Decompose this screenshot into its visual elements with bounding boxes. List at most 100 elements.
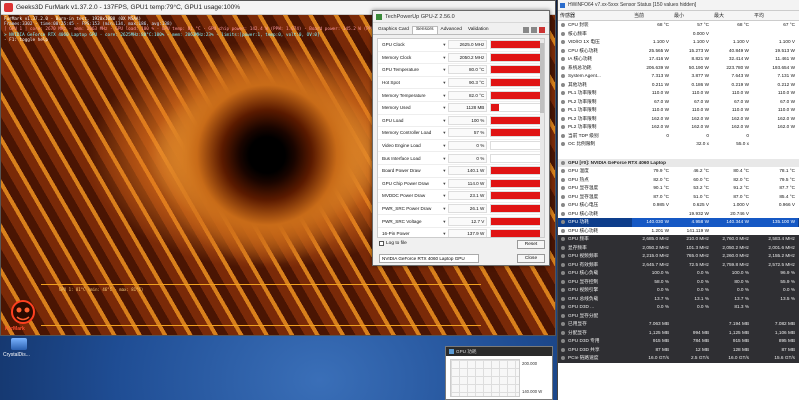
table-row[interactable]: 已用显存 7.063 MB 7.194 MB 7.082 MB bbox=[558, 320, 799, 329]
table-row[interactable]: 系统总功耗 206.639 W 50.190 W 223.780 W 193.654 W bbox=[558, 64, 799, 73]
table-row[interactable]: GPU 核心电压 0.985 V 0.625 V 1.000 V 0.966 V bbox=[558, 201, 799, 210]
tab-advanced[interactable]: Advanced bbox=[438, 27, 465, 34]
gpuz-titlebar[interactable]: TechPowerUp GPU-Z 2.56.0 bbox=[373, 11, 549, 23]
table-row[interactable]: CPU 封装 68 °C 57 °C 68 °C 67 °C bbox=[558, 21, 799, 30]
table-row[interactable]: PL2 功率限制 67.0 W 67.0 W 67.0 W 67.0 W bbox=[558, 98, 799, 107]
gpu-select-dropdown[interactable]: NVIDIA GeForce RTX 4060 Laptop GPU bbox=[379, 254, 479, 263]
table-row[interactable]: GPU 温度 79.9 °C 46.2 °C 80.4 °C 78.1 °C bbox=[558, 167, 799, 176]
sensor-dropdown-icon[interactable]: ▼ bbox=[440, 193, 448, 198]
header-max[interactable]: 最大 bbox=[712, 11, 752, 20]
sensor-dropdown-icon[interactable]: ▼ bbox=[440, 80, 448, 85]
table-row[interactable]: GPU D3D 共享 87 MB 12 MB 128 MB 87 MB bbox=[558, 345, 799, 354]
sensor-dropdown-icon[interactable]: ▼ bbox=[440, 55, 448, 60]
table-row[interactable]: GPU 核心功耗 19.932 W 20.746 V bbox=[558, 210, 799, 219]
cell-value: 0.0 % bbox=[737, 287, 749, 292]
header-min[interactable]: 最小 bbox=[672, 11, 712, 20]
cell-value: 1.000 V bbox=[732, 202, 749, 207]
menu-icon[interactable] bbox=[539, 27, 545, 33]
table-row[interactable]: GPU 视频频率 2,215.0 MHz 765.0 MHz 2,260.0 MHz 2… bbox=[558, 252, 799, 261]
sensor-value: 0 % bbox=[448, 141, 488, 151]
sensor-dropdown-icon[interactable]: ▼ bbox=[440, 130, 448, 135]
table-row[interactable]: GPU 热点 82.0 °C 60.0 °C 82.0 °C 79.5 °C bbox=[558, 176, 799, 185]
sensor-label-text: GPU D3D ... bbox=[568, 304, 595, 309]
reset-button[interactable]: Reset bbox=[517, 240, 545, 249]
log-to-file-checkbox[interactable]: Log to file bbox=[379, 241, 407, 246]
sensor-dropdown-icon[interactable]: ▼ bbox=[440, 42, 448, 47]
table-row[interactable]: GPU 频率 2,685.0 MHz 210.0 MHz 2,760.0 MHz 2,5… bbox=[558, 235, 799, 244]
sensor-dropdown-icon[interactable]: ▼ bbox=[440, 67, 448, 72]
sensor-value: 2625.0 MHz bbox=[448, 40, 488, 50]
sensor-dropdown-icon[interactable]: ▼ bbox=[440, 231, 448, 236]
graph-titlebar[interactable]: GPU 功耗 bbox=[446, 347, 552, 356]
table-row[interactable]: CPU 核心功耗 25.565 W 15.273 W 40.849 W 19.513 W bbox=[558, 47, 799, 56]
cell-value: 67.0 W bbox=[694, 98, 709, 104]
table-row[interactable]: PCIe 链路速度 16.0 GT/s 2.5 GT/s 16.0 GT/s 15.6 … bbox=[558, 354, 799, 363]
table-row[interactable]: 分配显存 1,125 MB 994 MB 1,125 MB 1,106 MB bbox=[558, 328, 799, 337]
gpu-power-graph-window[interactable]: GPU 功耗 200.000 140.000 W bbox=[445, 346, 553, 400]
sensor-label-text: PL1 功率限制 bbox=[568, 90, 597, 95]
desktop-icon-crystaldisk[interactable]: CrystalDis... bbox=[3, 338, 37, 366]
header-current[interactable]: 当前 bbox=[632, 11, 672, 20]
table-row[interactable]: GPU 核心功耗 1.201 W 141.119 W bbox=[558, 227, 799, 236]
table-row[interactable]: GPU 显存温度 90.1 °C 53.2 °C 91.2 °C 87.7 °C bbox=[558, 184, 799, 193]
refresh-icon[interactable] bbox=[531, 27, 537, 33]
hwinfo-window[interactable]: HWiNFO64 v7.xx-5xxx Sensor Status [150 v… bbox=[557, 0, 799, 400]
checkbox-box[interactable] bbox=[379, 241, 384, 246]
table-row[interactable]: 当前 TDP 级别 0 0 0 bbox=[558, 132, 799, 141]
table-row[interactable]: PL2 功率限制 162.0 W 162.0 W 162.0 W 162.0 W bbox=[558, 123, 799, 132]
cell-value: 0.212 W bbox=[777, 81, 795, 87]
tab-graphics-card[interactable]: Graphics Card bbox=[375, 27, 412, 34]
header-sensor[interactable]: 传感器 bbox=[558, 11, 632, 20]
table-row[interactable]: PL1 功率限制 110.0 W 110.0 W 110.0 W 110.0 W bbox=[558, 106, 799, 115]
table-row[interactable]: GPU 功耗 140.030 W 4.958 W 140.344 W 135.100 W bbox=[558, 218, 799, 227]
gpuz-window[interactable]: TechPowerUp GPU-Z 2.56.0 Graphics Card S… bbox=[372, 10, 550, 266]
desktop-icon-label: CrystalDis... bbox=[3, 352, 30, 358]
table-row[interactable]: System Agent... 7.313 W 3.877 W 7.643 W 7.13… bbox=[558, 72, 799, 81]
cell-value: 141.119 W bbox=[686, 227, 709, 233]
table-row[interactable]: GPU 显存分配 bbox=[558, 311, 799, 320]
sensor-group-header[interactable]: GPU [#0]: NVIDIA GeForce RTX 4060 Laptop bbox=[558, 158, 799, 167]
sensor-dropdown-icon[interactable]: ▼ bbox=[440, 118, 448, 123]
cell-value: 16.0 GT/s bbox=[728, 355, 749, 360]
tab-sensors[interactable]: Sensors bbox=[411, 26, 438, 34]
table-row[interactable]: VID/IO 1X 电压 1.100 V 1.100 V 1.100 V 1.100 V bbox=[558, 38, 799, 47]
close-button[interactable]: Close bbox=[517, 254, 545, 263]
table-row[interactable]: OC 比例限制 32.0 x 55.0 x bbox=[558, 140, 799, 149]
sensor-dropdown-icon[interactable]: ▼ bbox=[440, 219, 448, 224]
sensor-graph bbox=[490, 65, 544, 75]
screenshot-icon[interactable] bbox=[523, 27, 529, 33]
table-row[interactable]: 显存频率 2,050.2 MHz 101.3 MHz 2,050.2 MHz 2,001… bbox=[558, 243, 799, 252]
table-row[interactable]: GPU 核心负载 100.0 % 0.0 % 100.0 % 96.9 % bbox=[558, 269, 799, 278]
sensor-bullet-icon bbox=[561, 108, 565, 112]
sensor-label: OC 比例限制 bbox=[558, 140, 632, 149]
sensor-dropdown-icon[interactable]: ▼ bbox=[440, 93, 448, 98]
gpuz-scrollbar[interactable] bbox=[540, 39, 544, 237]
sensor-bullet-icon bbox=[561, 186, 565, 190]
sensor-dropdown-icon[interactable]: ▼ bbox=[440, 168, 448, 173]
scrollbar-thumb[interactable] bbox=[540, 43, 544, 113]
sensor-label: CPU 封装 bbox=[558, 21, 632, 30]
sensor-dropdown-icon[interactable]: ▼ bbox=[440, 105, 448, 110]
sensor-dropdown-icon[interactable]: ▼ bbox=[440, 156, 448, 161]
table-row[interactable]: 其他功耗 0.211 W 0.186 W 0.219 W 0.212 W bbox=[558, 81, 799, 90]
table-row[interactable]: PL1 功率限制 110.0 W 110.0 W 110.0 W 110.0 W bbox=[558, 89, 799, 98]
table-row[interactable]: GPU 显存温度 87.0 °C 51.0 °C 87.0 °C 85.4 °C bbox=[558, 193, 799, 202]
sensor-dropdown-icon[interactable]: ▼ bbox=[440, 143, 448, 148]
sensor-dropdown-icon[interactable]: ▼ bbox=[440, 206, 448, 211]
sensor-dropdown-icon[interactable]: ▼ bbox=[440, 181, 448, 186]
table-row[interactable]: 核心频率 0.000 V bbox=[558, 30, 799, 39]
sensor-bullet-icon bbox=[561, 91, 565, 95]
table-row[interactable]: IA 核心功耗 17.416 W 8.821 W 32.414 W 11.461 W bbox=[558, 55, 799, 64]
table-row[interactable]: GPU 总线负载 13.7 % 13.1 % 13.7 % 13.5 % bbox=[558, 294, 799, 303]
table-row[interactable]: GPU 视频引擎 0.0 % 0.0 % 0.0 % 0.0 % bbox=[558, 286, 799, 295]
chevron-down-icon[interactable] bbox=[561, 160, 565, 165]
table-row[interactable]: GPU D3D 专用 915 MB 784 MB 915 MB 895 MB bbox=[558, 337, 799, 346]
sensor-label-text: GPU 核心功耗 bbox=[568, 227, 599, 233]
table-row[interactable]: GPU 显存控制 58.0 % 0.0 % 80.0 % 55.9 % bbox=[558, 277, 799, 286]
header-avg[interactable]: 平均 bbox=[752, 11, 798, 20]
table-row[interactable]: GPU D3D ... 0.0 % 0.0 % 81.3 % bbox=[558, 303, 799, 312]
hwinfo-titlebar[interactable]: HWiNFO64 v7.xx-5xxx Sensor Status [150 v… bbox=[558, 0, 799, 11]
table-row[interactable]: PL2 功率限制 162.0 W 162.0 W 162.0 W 162.0 W bbox=[558, 115, 799, 124]
table-row[interactable]: GPU 有效频率 2,645.7 MHz 72.5 MHz 2,759.8 MHz 2,… bbox=[558, 260, 799, 269]
tab-validation[interactable]: Validation bbox=[465, 27, 492, 34]
